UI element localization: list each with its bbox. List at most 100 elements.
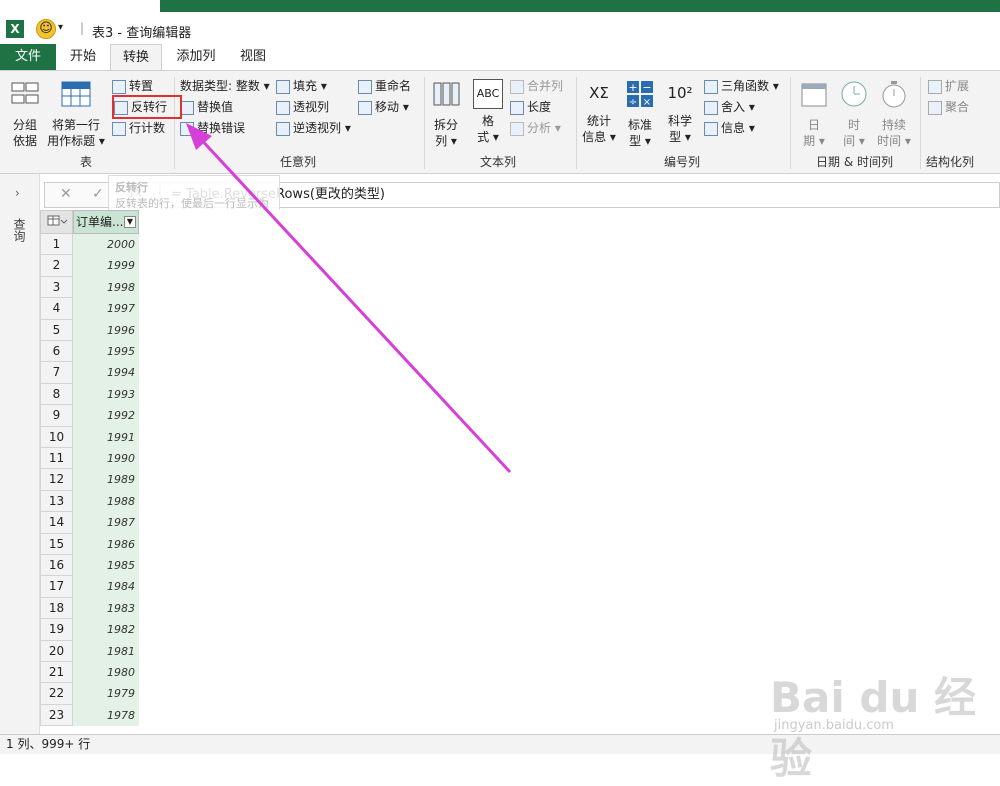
row-number[interactable]: 13	[40, 490, 73, 513]
cell-order-number[interactable]: 1993	[73, 383, 139, 406]
formula-input[interactable]: = Table.ReverseRows(更改的类型)	[160, 182, 1000, 208]
cell-order-number[interactable]: 1988	[73, 490, 139, 513]
unpivot-columns-dropdown[interactable]: 逆透视列 ▾	[276, 119, 351, 136]
group-by-button[interactable]: 分组 依据	[6, 79, 44, 149]
trigonometry-dropdown[interactable]: 三角函数 ▾	[704, 77, 779, 94]
row-number[interactable]: 23	[40, 704, 73, 727]
row-number[interactable]: 12	[40, 469, 73, 491]
row-number[interactable]: 17	[40, 576, 73, 598]
cell-order-number[interactable]: 1995	[73, 341, 139, 363]
move-dropdown[interactable]: 移动 ▾	[358, 98, 409, 115]
row-number[interactable]: 7	[40, 362, 73, 384]
replace-values-button[interactable]: 替换值	[180, 98, 233, 115]
cell-order-number[interactable]: 1982	[73, 619, 139, 641]
rename-button[interactable]: 重命名	[358, 77, 411, 94]
tab-home[interactable]: 开始	[60, 44, 106, 70]
cell-order-number[interactable]: 1979	[73, 683, 139, 705]
row-number[interactable]: 3	[40, 276, 73, 299]
tab-transform[interactable]: 转换	[110, 44, 162, 70]
format-dropdown[interactable]: ABC 格 式 ▾	[470, 79, 506, 145]
row-number[interactable]: 20	[40, 640, 73, 662]
aggregate-button[interactable]: 聚合	[928, 98, 969, 115]
column-filter-icon[interactable]: ▼	[124, 216, 136, 228]
cell-order-number[interactable]: 1978	[73, 704, 139, 727]
duration-dropdown[interactable]: 持续 时间 ▾	[874, 79, 914, 149]
format-label-1: 格	[481, 114, 494, 128]
cancel-formula-icon[interactable]: ✕	[60, 186, 72, 202]
standard-label-2: 型 ▾	[629, 134, 651, 148]
cell-order-number[interactable]: 1997	[73, 298, 139, 320]
row-number[interactable]: 2	[40, 255, 73, 277]
standard-dropdown[interactable]: + − ÷ × 标准 型 ▾	[622, 79, 658, 149]
row-number[interactable]: 5	[40, 319, 73, 341]
ribbon: 分组 依据 将第一行 用作标题 ▾ 转置 反转行 行计数 表 数据类型: 整数 …	[0, 70, 1000, 174]
row-number[interactable]: 14	[40, 512, 73, 534]
merge-columns-button[interactable]: 合并列	[510, 77, 563, 94]
row-number[interactable]: 8	[40, 383, 73, 406]
cell-order-number[interactable]: 1983	[73, 597, 139, 620]
cell-order-number[interactable]: 1990	[73, 448, 139, 470]
transpose-button[interactable]: 转置	[112, 77, 153, 94]
row-number[interactable]: 10	[40, 426, 73, 448]
expand-queries-icon[interactable]: ›	[15, 186, 20, 200]
use-first-row-label-2: 用作标题 ▾	[47, 134, 105, 148]
cell-order-number[interactable]: 1989	[73, 469, 139, 491]
calendar-icon	[801, 83, 827, 107]
length-button[interactable]: 长度	[510, 98, 551, 115]
tab-view[interactable]: 视图	[230, 44, 276, 70]
table-menu-icon[interactable]	[40, 210, 73, 234]
column-header-order-number[interactable]: 订单编... ▼	[73, 210, 139, 234]
row-number[interactable]: 22	[40, 683, 73, 705]
row-number[interactable]: 21	[40, 662, 73, 684]
cell-order-number[interactable]: 2000	[73, 234, 139, 256]
time-label-2: 间 ▾	[843, 134, 865, 148]
split-column-dropdown[interactable]: 拆分 列 ▾	[428, 79, 464, 149]
rounding-dropdown[interactable]: 舍入 ▾	[704, 98, 755, 115]
cell-order-number[interactable]: 1991	[73, 426, 139, 448]
cell-order-number[interactable]: 1984	[73, 576, 139, 598]
baidu-jingyan-watermark-logo: Bai du 经验 jingyan.baidu.com	[770, 648, 990, 783]
replace-errors-button[interactable]: 替换错误	[180, 119, 245, 136]
row-number[interactable]: 11	[40, 448, 73, 470]
row-number[interactable]: 1	[40, 234, 73, 256]
cell-order-number[interactable]: 1986	[73, 533, 139, 555]
cell-order-number[interactable]: 1998	[73, 276, 139, 299]
count-rows-button[interactable]: 行计数	[112, 119, 165, 136]
tab-file[interactable]: 文件	[0, 44, 56, 70]
cell-order-number[interactable]: 1994	[73, 362, 139, 384]
time-dropdown[interactable]: 时 间 ▾	[836, 79, 872, 149]
pivot-column-button[interactable]: 透视列	[276, 98, 329, 115]
cell-order-number[interactable]: 1996	[73, 319, 139, 341]
cell-order-number[interactable]: 1987	[73, 512, 139, 534]
scientific-dropdown[interactable]: 10² 科学 型 ▾	[662, 79, 698, 145]
confirm-formula-icon[interactable]: ✓	[92, 186, 104, 202]
unpivot-icon	[276, 121, 290, 136]
statistics-dropdown[interactable]: XΣ 统计 信息 ▾	[580, 79, 618, 145]
excel-app-icon[interactable]: X	[6, 20, 24, 38]
date-dropdown[interactable]: 日 期 ▾	[796, 79, 832, 149]
use-first-row-as-headers-button[interactable]: 将第一行 用作标题 ▾	[46, 79, 106, 149]
parse-dropdown[interactable]: 分析 ▾	[510, 119, 561, 136]
row-number[interactable]: 9	[40, 405, 73, 427]
row-number[interactable]: 15	[40, 533, 73, 555]
row-number[interactable]: 16	[40, 555, 73, 577]
queries-pane-label[interactable]: 查询	[12, 218, 28, 242]
cell-order-number[interactable]: 1980	[73, 662, 139, 684]
cell-order-number[interactable]: 1999	[73, 255, 139, 277]
data-type-dropdown[interactable]: 数据类型: 整数 ▾	[180, 77, 270, 94]
fill-dropdown[interactable]: 填充 ▾	[276, 77, 327, 94]
row-number[interactable]: 6	[40, 341, 73, 363]
information-dropdown[interactable]: 信息 ▾	[704, 119, 755, 136]
feedback-smiley-icon[interactable]: ☺	[36, 19, 56, 39]
cell-order-number[interactable]: 1992	[73, 405, 139, 427]
cell-order-number[interactable]: 1981	[73, 640, 139, 662]
row-number[interactable]: 19	[40, 619, 73, 641]
tab-add-column[interactable]: 添加列	[168, 44, 224, 70]
row-number[interactable]: 18	[40, 597, 73, 620]
cell-order-number[interactable]: 1985	[73, 555, 139, 577]
row-number[interactable]: 4	[40, 298, 73, 320]
quick-access-dropdown-icon[interactable]: ▾	[58, 22, 63, 33]
pivot-icon	[276, 100, 290, 115]
expand-label: 扩展	[945, 79, 970, 93]
expand-button[interactable]: 扩展	[928, 77, 969, 94]
